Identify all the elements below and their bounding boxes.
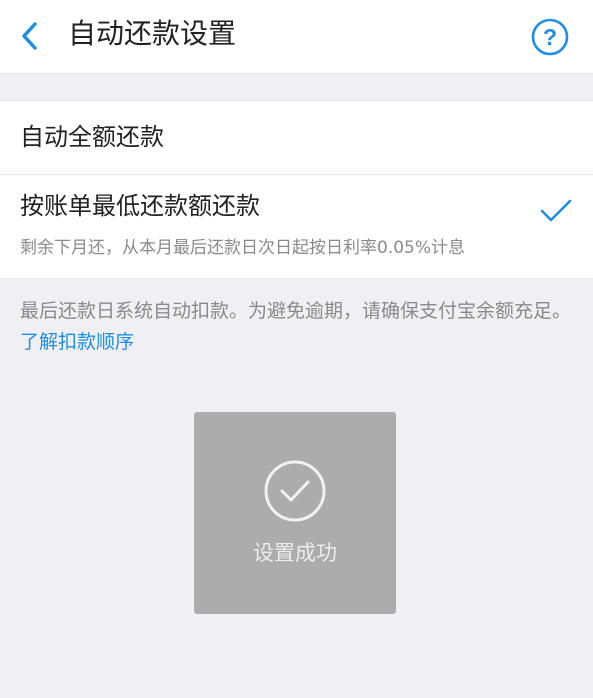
repayment-options: 自动全额还款 按账单最低还款额还款 剩余下月还，从本月最后还款日次日起按日利率0…	[0, 100, 593, 279]
help-button[interactable]: ?	[527, 14, 573, 60]
check-circle-icon	[264, 460, 326, 522]
option-minimum-repayment[interactable]: 按账单最低还款额还款 剩余下月还，从本月最后还款日次日起按日利率0.05%计息	[0, 175, 593, 278]
back-button[interactable]	[10, 16, 50, 56]
notice-text: 最后还款日系统自动扣款。为避免逾期，请确保支付宝余额充足。了解扣款顺序	[20, 296, 575, 358]
page-title: 自动还款设置	[68, 17, 237, 50]
success-toast: 设置成功	[194, 412, 396, 614]
question-circle-icon: ?	[531, 18, 569, 56]
app-header: 自动还款设置 ?	[0, 0, 593, 74]
deduction-order-link[interactable]: 了解扣款顺序	[20, 331, 134, 353]
chevron-left-icon	[22, 22, 37, 50]
svg-text:?: ?	[543, 24, 557, 50]
toast-message: 设置成功	[253, 541, 337, 565]
option-minimum-label: 按账单最低还款额还款	[20, 192, 260, 220]
notice-body: 最后还款日系统自动扣款。为避免逾期，请确保支付宝余额充足。	[20, 300, 572, 322]
option-full-repayment[interactable]: 自动全额还款	[0, 101, 593, 175]
option-minimum-description: 剩余下月还，从本月最后还款日次日起按日利率0.05%计息	[20, 238, 466, 258]
checkmark-icon	[540, 199, 572, 222]
option-full-label: 自动全额还款	[20, 123, 164, 151]
